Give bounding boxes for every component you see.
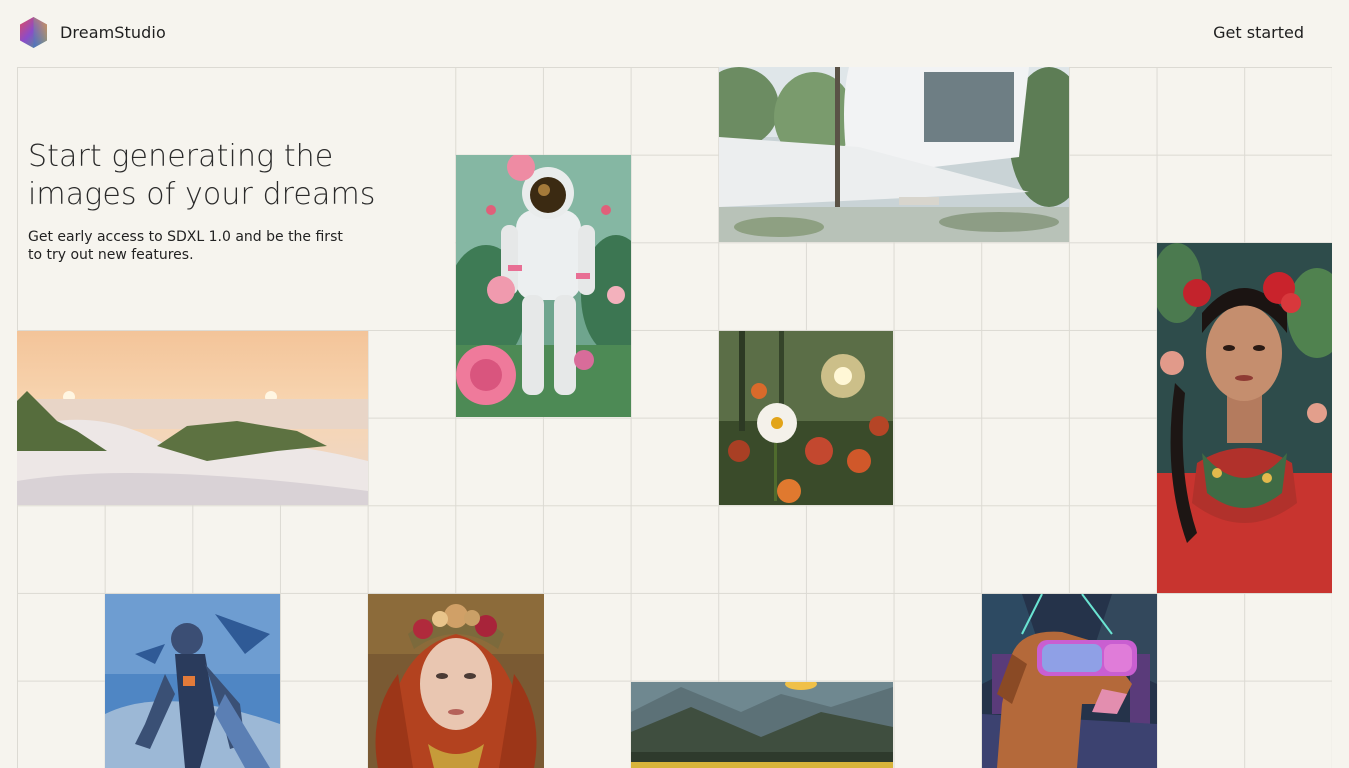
gallery-image-woman-flowers[interactable] bbox=[1157, 243, 1332, 593]
dreamstudio-logo-icon[interactable] bbox=[17, 16, 50, 49]
gallery-image-mountain-valley[interactable] bbox=[631, 682, 893, 768]
gallery-image-daisy[interactable] bbox=[719, 331, 893, 505]
gallery-image-armored-pilot[interactable] bbox=[105, 594, 280, 768]
hero: Start generating the images of your drea… bbox=[28, 138, 448, 264]
gallery-image-floral-crown[interactable] bbox=[368, 594, 544, 768]
gallery-image-vr-dog[interactable] bbox=[982, 594, 1157, 768]
gallery-image-astronaut[interactable] bbox=[456, 155, 631, 417]
hero-subtitle: Get early access to SDXL 1.0 and be the … bbox=[28, 229, 343, 263]
get-started-button[interactable]: Get started bbox=[1213, 21, 1304, 45]
hero-title: Start generating the images of your drea… bbox=[28, 139, 376, 212]
gallery-image-modern-house[interactable] bbox=[719, 67, 1069, 242]
brand-name[interactable]: DreamStudio bbox=[60, 23, 166, 43]
gallery-image-beach-dunes[interactable] bbox=[17, 331, 368, 505]
top-bar: DreamStudio Get started bbox=[0, 0, 1349, 66]
